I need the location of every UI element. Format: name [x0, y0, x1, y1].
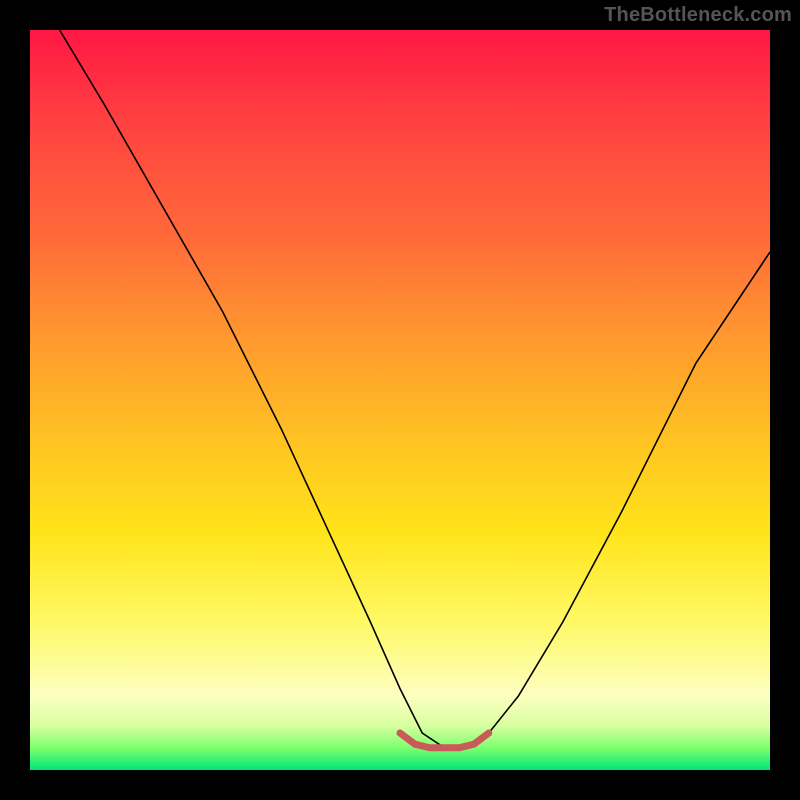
bottleneck-curve [60, 30, 770, 748]
watermark-text: TheBottleneck.com [604, 4, 792, 27]
marker-band [400, 733, 489, 748]
plot-area [30, 30, 770, 770]
chart-frame: TheBottleneck.com [0, 0, 800, 800]
chart-svg [30, 30, 770, 770]
